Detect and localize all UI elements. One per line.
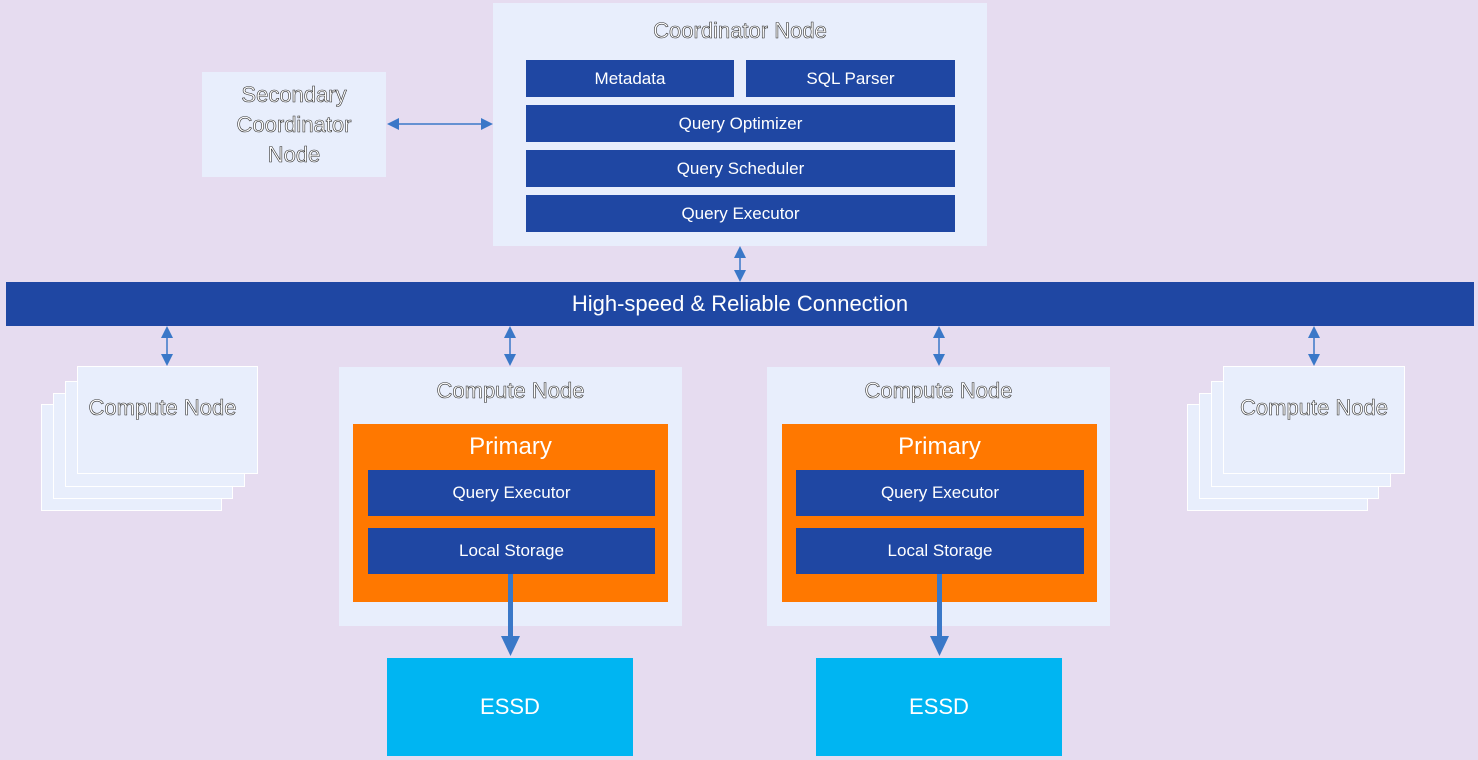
- arrow-storage-essd-2: [937, 574, 942, 638]
- arrow-storage-essd-1: [508, 574, 513, 638]
- storage-arrows: [501, 574, 949, 656]
